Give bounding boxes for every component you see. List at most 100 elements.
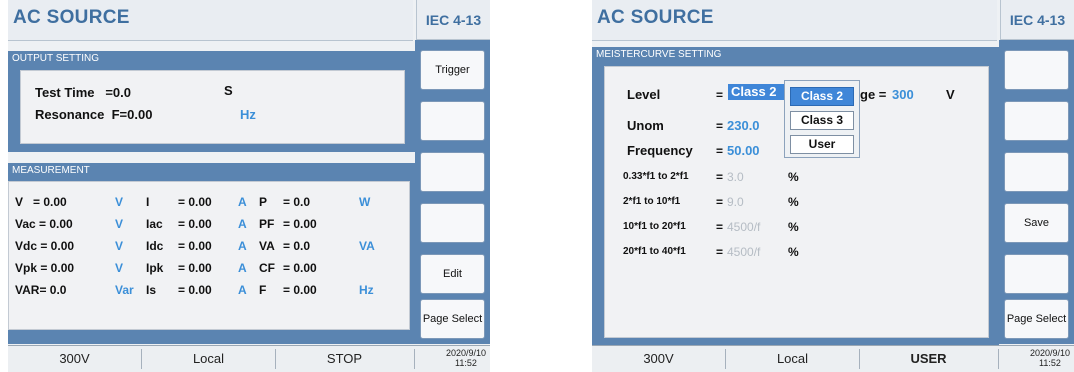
unom-value[interactable]: 230.0 — [727, 118, 760, 133]
resonance-field[interactable]: Resonance F=0.00 — [35, 107, 152, 122]
dropdown-option-class-3[interactable]: Class 3 — [790, 111, 854, 130]
page-select-button[interactable]: Page Select — [1004, 299, 1069, 339]
page-select-button[interactable]: Page Select — [420, 299, 485, 339]
range-1-value[interactable]: 3.0 — [727, 170, 744, 184]
dropdown-option-user[interactable]: User — [790, 135, 854, 154]
range-2-unit: % — [788, 195, 799, 209]
output-setting-section: Test Time =0.0 S Resonance F=0.00 Hz — [8, 66, 415, 152]
date: 2020/9/10 — [445, 348, 486, 358]
meas-value: Vac = 0.00 — [15, 217, 73, 231]
level-dropdown: Class 2 Class 3 User — [784, 80, 860, 158]
range-3-value[interactable]: 4500/f — [727, 220, 760, 234]
softkey-1-button[interactable] — [1004, 50, 1069, 90]
meas-unit: A — [238, 261, 247, 275]
meas-value: = 0.00 — [178, 261, 212, 275]
test-time-field[interactable]: Test Time =0.0 — [35, 85, 131, 100]
meas-label: Iac — [146, 217, 163, 231]
meas-label: CF — [259, 261, 275, 275]
iec-standard-label: IEC 4-13 — [416, 0, 490, 40]
softkey-4-button[interactable] — [420, 203, 485, 243]
divider — [414, 349, 415, 369]
meas-unit: Var — [115, 283, 134, 297]
meas-value: = 0.0 — [283, 195, 311, 209]
voltage-value[interactable]: 300 — [892, 87, 914, 102]
divider — [998, 349, 999, 369]
run-status: STOP — [326, 351, 363, 366]
measurement-section: V = 0.00 V I = 0.00 A P = 0.0 W Vac = 0.00 V Iac = … — [8, 178, 415, 344]
range-4-label: 20*f1 to 40*f1 — [623, 246, 686, 257]
meas-unit: V — [115, 261, 124, 275]
output-setting-header: OUTPUT SETTING — [8, 51, 415, 66]
meas-value: = 0.00 — [178, 195, 212, 209]
level-label: Level — [627, 87, 661, 102]
meas-unit: V — [115, 239, 124, 253]
range-2-label: 2*f1 to 10*f1 — [623, 196, 681, 207]
meas-unit: A — [238, 195, 247, 209]
softkey-3-button[interactable] — [1004, 152, 1069, 192]
range-4-equals: = — [716, 245, 724, 259]
softkey-sidebar: Save Page Select — [999, 40, 1074, 344]
iec-standard-label: IEC 4-13 — [1000, 0, 1074, 40]
range-1-label: 0.33*f1 to 2*f1 — [623, 171, 689, 182]
meas-unit: A — [238, 239, 247, 253]
range-2-value[interactable]: 9.0 — [727, 195, 744, 209]
meas-value: = 0.0 — [283, 239, 311, 253]
meas-value: = 0.00 — [283, 261, 317, 275]
meas-label: Idc — [146, 239, 164, 253]
softkey-2-button[interactable] — [420, 101, 485, 141]
output-voltage-status: 300V — [59, 351, 90, 366]
meas-value: = 0.00 — [178, 217, 212, 231]
title-bar: AC SOURCE — [8, 0, 413, 41]
frequency-value[interactable]: 50.00 — [727, 143, 760, 158]
output-setting-panel: Test Time =0.0 S Resonance F=0.00 Hz — [20, 70, 405, 144]
voltage-label-tail: ge = — [860, 87, 890, 102]
page-title: AC SOURCE — [597, 7, 714, 28]
meas-unit: A — [238, 217, 247, 231]
frequency-equals: = — [716, 144, 724, 158]
meas-label: P — [259, 195, 268, 209]
meas-label: Is — [146, 283, 157, 297]
meas-unit: V — [115, 217, 124, 231]
meas-unit: Hz — [359, 283, 374, 297]
range-1-unit: % — [788, 170, 799, 184]
unom-equals: = — [716, 119, 724, 133]
meas-label: F — [259, 283, 267, 297]
meas-label: Ipk — [146, 261, 164, 275]
range-4-unit: % — [788, 245, 799, 259]
date: 2020/9/10 — [1029, 348, 1070, 358]
measurement-header: MEASUREMENT — [8, 163, 415, 178]
control-mode-status: Local — [776, 351, 809, 366]
range-3-label: 10*f1 to 20*f1 — [623, 221, 686, 232]
frequency-label: Frequency — [627, 143, 693, 158]
softkey-2-button[interactable] — [1004, 101, 1069, 141]
test-time-unit: S — [224, 83, 233, 98]
trigger-button[interactable]: Trigger — [420, 50, 485, 90]
softkey-sidebar: Trigger Edit Page Select — [415, 40, 490, 344]
range-3-unit: % — [788, 220, 799, 234]
meas-unit: W — [359, 195, 371, 209]
unom-label: Unom — [627, 118, 664, 133]
voltage-unit: V — [946, 87, 955, 102]
status-bar: 300V Local STOP 2020/9/10 11:52 — [8, 345, 490, 372]
measurement-panel: V = 0.00 V I = 0.00 A P = 0.0 W Vac = 0.00 V Iac = … — [8, 181, 410, 330]
range-3-equals: = — [716, 220, 724, 234]
softkey-5-button[interactable] — [1004, 254, 1069, 294]
meas-value: = 0.00 — [283, 283, 317, 297]
meistercurve-header: MEISTERCURVE SETTING — [592, 47, 999, 62]
status-bar: 300V Local USER 2020/9/10 11:52 — [592, 345, 1074, 372]
dropdown-option-class-2[interactable]: Class 2 — [790, 87, 854, 106]
level-equals: = — [716, 88, 724, 102]
range-4-value[interactable]: 4500/f — [727, 245, 760, 259]
range-1-equals: = — [716, 170, 724, 184]
softkey-3-button[interactable] — [420, 152, 485, 192]
title-bar: AC SOURCE — [592, 0, 997, 41]
edit-button[interactable]: Edit — [420, 254, 485, 294]
page-title: AC SOURCE — [13, 7, 130, 28]
meas-value: = 0.00 — [283, 217, 317, 231]
right-screen: AC SOURCE IEC 4-13 MEISTERCURVE SETTING … — [592, 0, 1074, 372]
meas-value: = 0.00 — [178, 239, 212, 253]
meas-unit: V — [115, 195, 124, 209]
meas-value: Vpk = 0.00 — [15, 261, 75, 275]
save-button[interactable]: Save — [1004, 203, 1069, 243]
level-select[interactable]: Class 2 — [728, 84, 784, 100]
